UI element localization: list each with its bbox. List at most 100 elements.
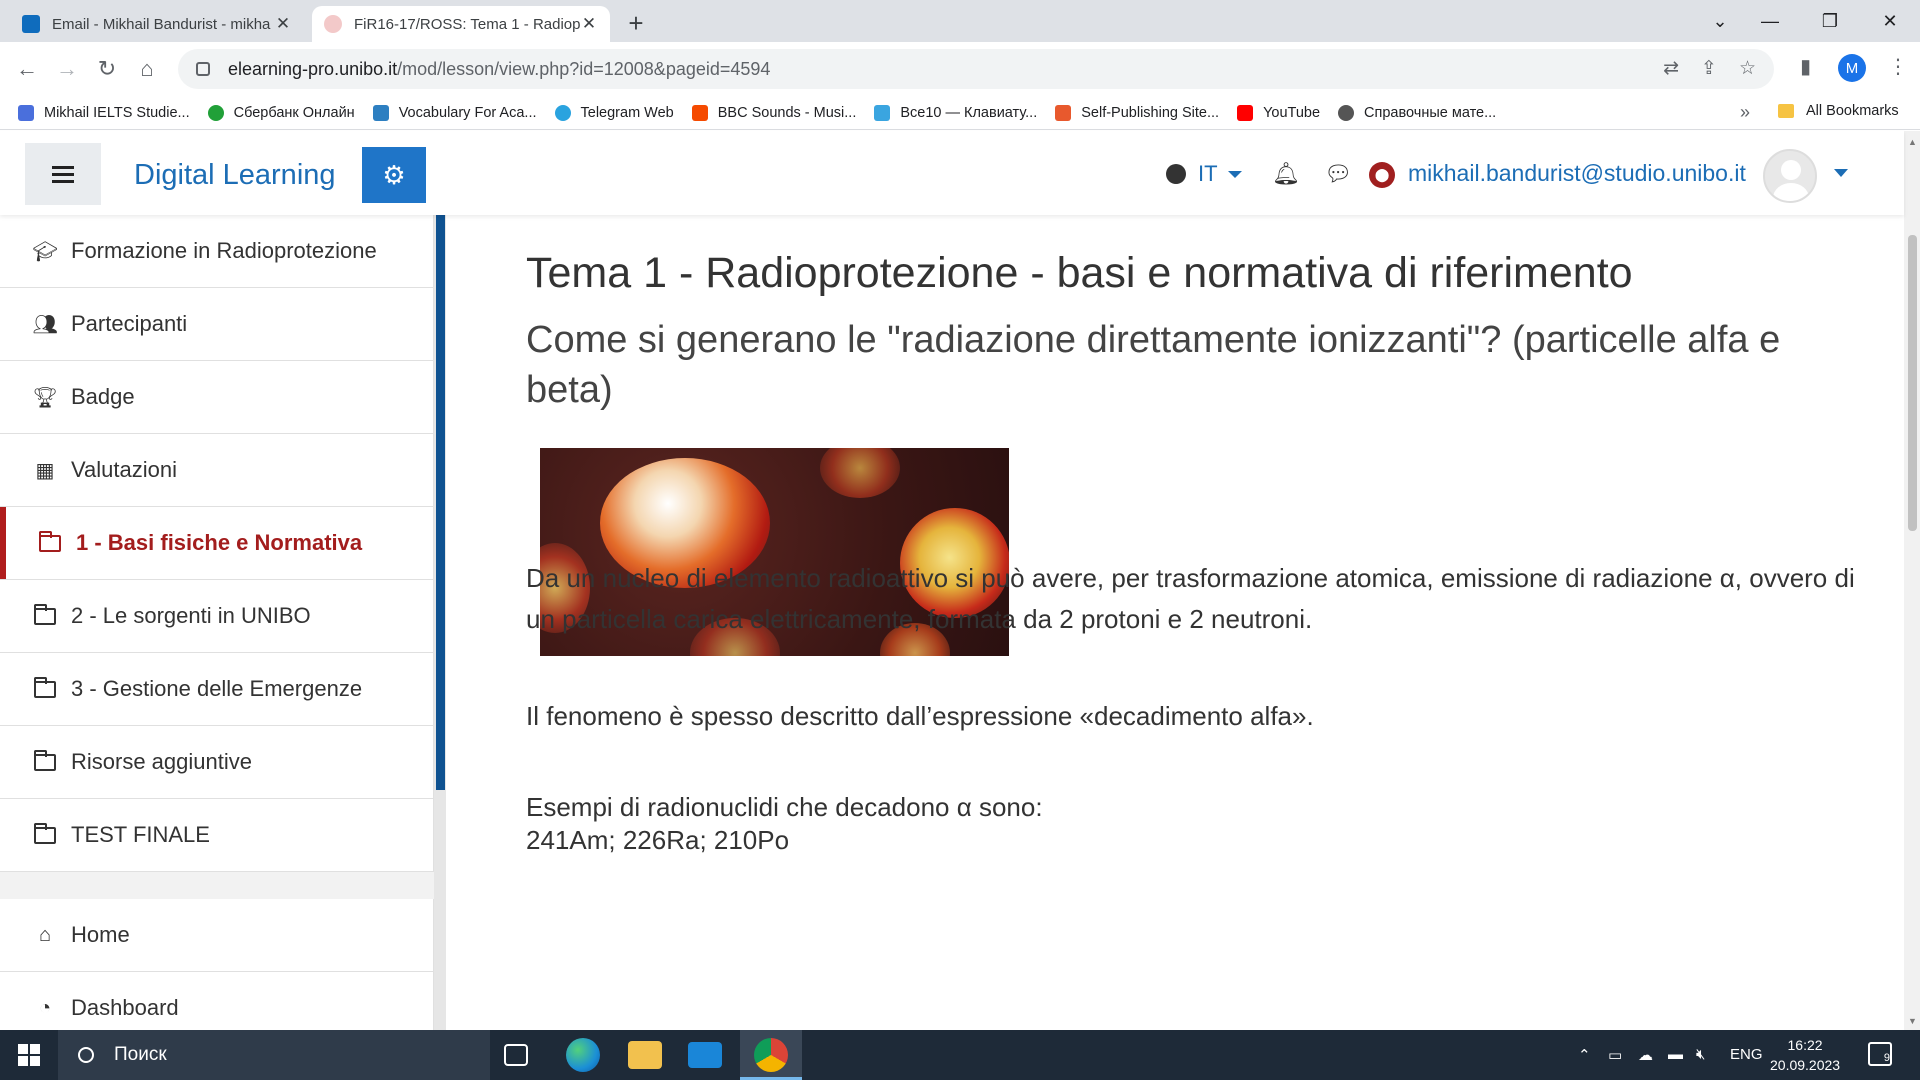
taskbar-search-box[interactable]: Поиск [58,1030,490,1080]
show-hidden-icons-icon[interactable]: ⌃ [1578,1046,1591,1064]
paragraph-alpha-decay: Il fenomeno è spesso descritto dall’espr… [526,701,1314,731]
bookmark-star-icon[interactable]: ☆ [1739,57,1756,80]
bookmark-label: Сбербанк Онлайн [233,104,355,121]
back-button[interactable]: ← [12,54,42,84]
language-menu[interactable]: IT [1166,161,1242,187]
youtube-icon [1237,104,1254,121]
notification-center-icon[interactable]: 9 [1868,1042,1892,1066]
mail-icon[interactable] [688,1042,722,1068]
user-avatar[interactable] [1763,149,1817,203]
bookmark-icon [372,104,389,121]
close-window-button[interactable]: ✕ [1860,0,1920,42]
lesson-content: Tema 1 - Radioprotezione - basi e normat… [446,215,1904,1030]
bookmark-label: Справочные мате... [1364,104,1497,121]
drawer-item-extra-resources[interactable]: Risorse aggiuntive [0,726,433,799]
lesson-page-heading: Come si generano le "radiazione direttam… [526,319,1781,411]
task-view-icon[interactable] [504,1044,528,1066]
onedrive-cloud-icon[interactable]: ☁ [1638,1046,1653,1064]
share-icon[interactable]: ⇪ [1701,57,1717,80]
drawer-item-label: Formazione in Radioprotezione [71,238,377,263]
cogs-icon: ⚙ [382,159,406,190]
site-brand[interactable]: Digital Learning [134,159,336,192]
bookmark-icon [874,104,891,121]
minimize-button[interactable]: — [1740,0,1800,42]
bookmark-item[interactable]: Mikhail IELTS Studie... [18,104,190,121]
new-tab-button[interactable]: + [622,8,650,39]
search-icon [78,1047,94,1063]
bookmark-item[interactable]: Сбербанк Онлайн [207,104,355,121]
edge-icon[interactable] [566,1038,600,1072]
windows-start-button[interactable] [18,1044,40,1066]
drawer-item-course[interactable]: 🎓︎ Formazione in Radioprotezione [0,215,433,288]
browser-toolbar: ← → ↻ ⌂ elearning-pro.unibo.it/mod/lesso… [0,42,1920,96]
file-explorer-icon[interactable] [628,1041,662,1069]
page-title: Tema 1 - Radioprotezione - basi e normat… [526,249,1633,297]
settings-cogs-button[interactable]: ⚙ [362,147,426,203]
site-nav-list: ⌂ Home ◔ Dashboard [0,899,434,1030]
site-info-icon[interactable] [196,62,210,76]
folder-icon [33,749,57,773]
browser-menu-icon[interactable]: ⋮ [1888,54,1908,79]
page-scrollbar[interactable]: ▲ ▼ [1904,131,1920,1030]
telegram-icon [554,104,571,121]
notifications-bell-icon[interactable]: 🔔︎ [1272,161,1300,187]
tab-lesson[interactable]: FiR16-17/ROSS: Tema 1 - Radiopr ✕ [312,6,610,42]
system-clock[interactable]: 16:22 20.09.2023 [1770,1035,1840,1075]
bookmark-label: Vocabulary For Aca... [398,104,537,121]
forward-button[interactable]: → [52,54,82,84]
drawer-item-final-test[interactable]: TEST FINALE [0,799,433,872]
address-bar[interactable]: elearning-pro.unibo.it/mod/lesson/view.p… [178,49,1774,89]
chrome-taskbar-button[interactable] [740,1030,802,1080]
scroll-down-arrow-icon[interactable]: ▼ [1908,1016,1917,1026]
tab-title: Email - Mikhail Bandurist - mikha [52,15,271,33]
drawer-item-label: 1 - Basi fisiche e Normativa [76,530,363,555]
drawer-item-section-1[interactable]: 1 - Basi fisiche e Normativa [0,507,433,580]
close-icon[interactable]: ✕ [274,14,292,34]
bookmark-item[interactable]: Telegram Web [554,104,674,121]
volume-muted-icon[interactable]: 🔇︎ [1696,1046,1705,1063]
bookmark-item[interactable]: Все10 — Клавиату... [874,104,1037,121]
tab-email[interactable]: Email - Mikhail Bandurist - mikha ✕ [10,6,304,42]
bookmark-item[interactable]: BBC Sounds - Musi... [691,104,857,121]
home-button[interactable]: ⌂ [132,54,162,84]
input-language[interactable]: ENG [1730,1046,1763,1063]
user-menu-caret-icon[interactable] [1834,169,1848,177]
bookmark-item[interactable]: Справочные мате... [1338,104,1497,121]
dashboard-icon: ◔ [38,996,52,1019]
bookmark-label: BBC Sounds - Musi... [717,104,857,121]
restore-button[interactable]: ❐ [1800,0,1860,42]
translate-icon[interactable]: ⇄ [1663,57,1679,80]
drawer-item-dashboard[interactable]: ◔ Dashboard [0,972,433,1030]
scroll-up-arrow-icon[interactable]: ▲ [1908,137,1917,147]
battery-icon[interactable]: ▬ [1668,1046,1683,1063]
drawer-item-section-2[interactable]: 2 - Le sorgenti in UNIBO [0,580,433,653]
user-email[interactable]: mikhail.bandurist@studio.unibo.it [1408,160,1746,187]
folder-icon [33,603,57,627]
drawer-item-label: Dashboard [71,995,179,1020]
drawer-item-participants[interactable]: 👥︎ Partecipanti [0,288,433,361]
bookmark-label: YouTube [1263,104,1321,121]
drawer-item-label: Partecipanti [71,311,188,336]
bookmark-item[interactable]: Self-Publishing Site... [1055,104,1219,121]
drawer-toggle-button[interactable] [25,143,101,205]
drawer-scrollbar[interactable] [434,215,446,1030]
side-panel-icon[interactable]: ▮ [1800,54,1811,79]
profile-avatar[interactable]: M [1838,54,1866,82]
all-bookmarks-button[interactable]: All Bookmarks [1778,103,1899,119]
network-icon[interactable]: ▭ [1608,1046,1622,1064]
bookmarks-overflow-button[interactable]: » [1740,102,1750,123]
drawer-item-badges[interactable]: 🏆︎ Badge [0,361,433,434]
close-icon[interactable]: ✕ [580,14,598,34]
drawer-item-grades[interactable]: ▦ Valutazioni [0,434,433,507]
drawer-scroll-thumb[interactable] [436,215,445,790]
drawer-item-label: 3 - Gestione delle Emergenze [71,676,363,701]
messages-icon[interactable]: 💬︎ [1324,161,1352,187]
bookmark-item[interactable]: YouTube [1237,104,1321,121]
drawer-item-section-3[interactable]: 3 - Gestione delle Emergenze [0,653,433,726]
bookmarks-bar: Mikhail IELTS Studie... Сбербанк Онлайн … [0,96,1920,130]
drawer-item-label: Valutazioni [71,457,177,482]
page-scroll-thumb[interactable] [1908,235,1917,531]
bookmark-item[interactable]: Vocabulary For Aca... [372,104,537,121]
drawer-item-home[interactable]: ⌂ Home [0,899,433,972]
reload-button[interactable]: ↻ [92,54,122,84]
